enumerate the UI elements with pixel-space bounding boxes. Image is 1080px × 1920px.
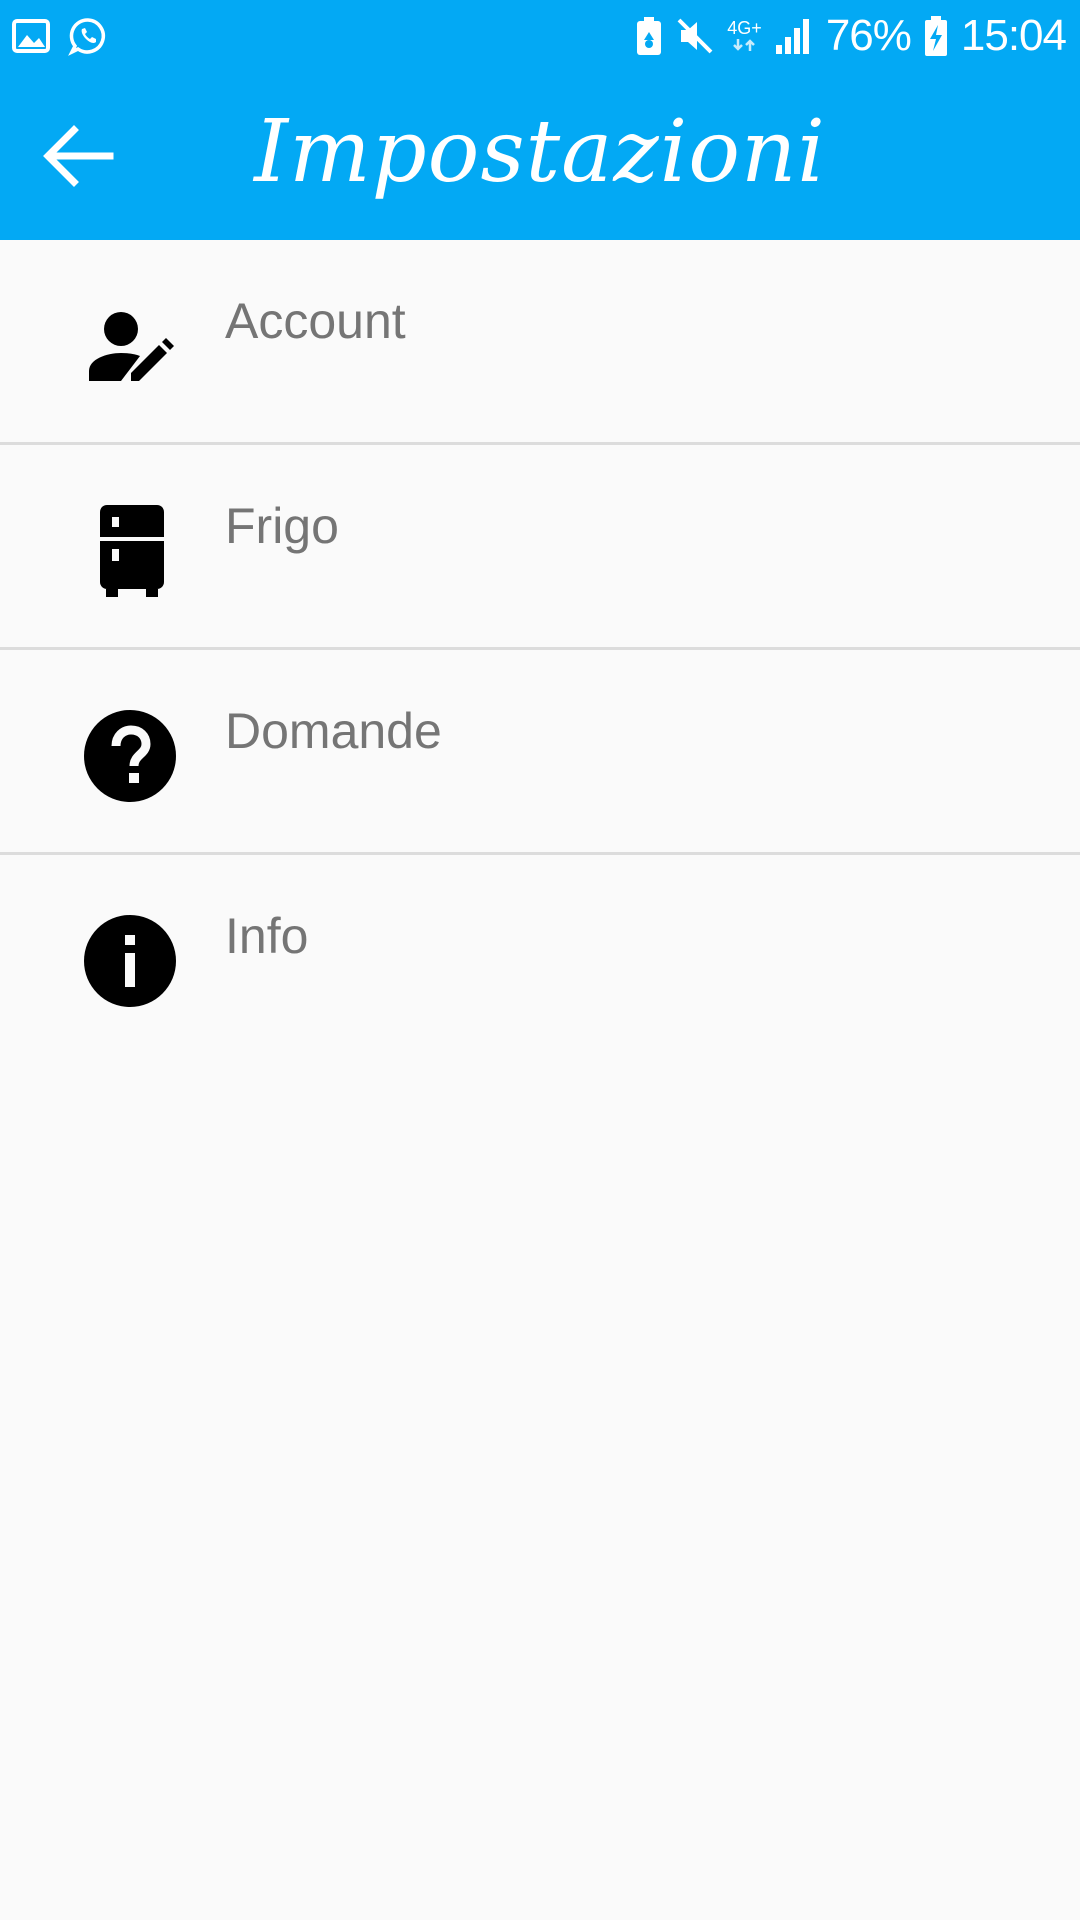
whatsapp-icon xyxy=(68,16,108,56)
info-icon xyxy=(80,911,180,1011)
account-edit-icon xyxy=(80,296,180,396)
settings-list: Account Frigo Domande Info xyxy=(0,240,1080,1057)
settings-screen: 4G+ 76% 15:04 Impostazioni Account Frigo… xyxy=(0,0,1080,1920)
settings-item-info[interactable]: Info xyxy=(0,855,1080,1057)
settings-item-domande[interactable]: Domande xyxy=(0,650,1080,855)
mute-icon xyxy=(675,16,715,56)
status-bar-right: 4G+ 76% 15:04 xyxy=(635,10,1067,62)
settings-item-label: Account xyxy=(225,293,406,349)
settings-item-frigo[interactable]: Frigo xyxy=(0,445,1080,650)
settings-item-label: Info xyxy=(225,908,309,964)
battery-percent: 76% xyxy=(825,11,912,60)
battery-charging-icon xyxy=(923,15,949,57)
help-icon xyxy=(80,706,180,806)
status-bar-left xyxy=(12,14,108,58)
settings-item-label: Domande xyxy=(225,703,442,759)
battery-saver-icon xyxy=(635,16,663,56)
gallery-icon xyxy=(12,19,50,53)
page-title: Impostazioni xyxy=(254,102,826,202)
network-label: 4G+ xyxy=(727,18,762,38)
network-4g-icon: 4G+ xyxy=(727,19,762,53)
status-bar: 4G+ 76% 15:04 xyxy=(0,0,1080,72)
clock: 15:04 xyxy=(960,11,1067,60)
settings-item-account[interactable]: Account xyxy=(0,240,1080,445)
settings-item-label: Frigo xyxy=(225,498,339,554)
signal-icon xyxy=(774,17,814,55)
fridge-icon xyxy=(80,501,180,601)
app-bar: Impostazioni xyxy=(0,72,1080,240)
